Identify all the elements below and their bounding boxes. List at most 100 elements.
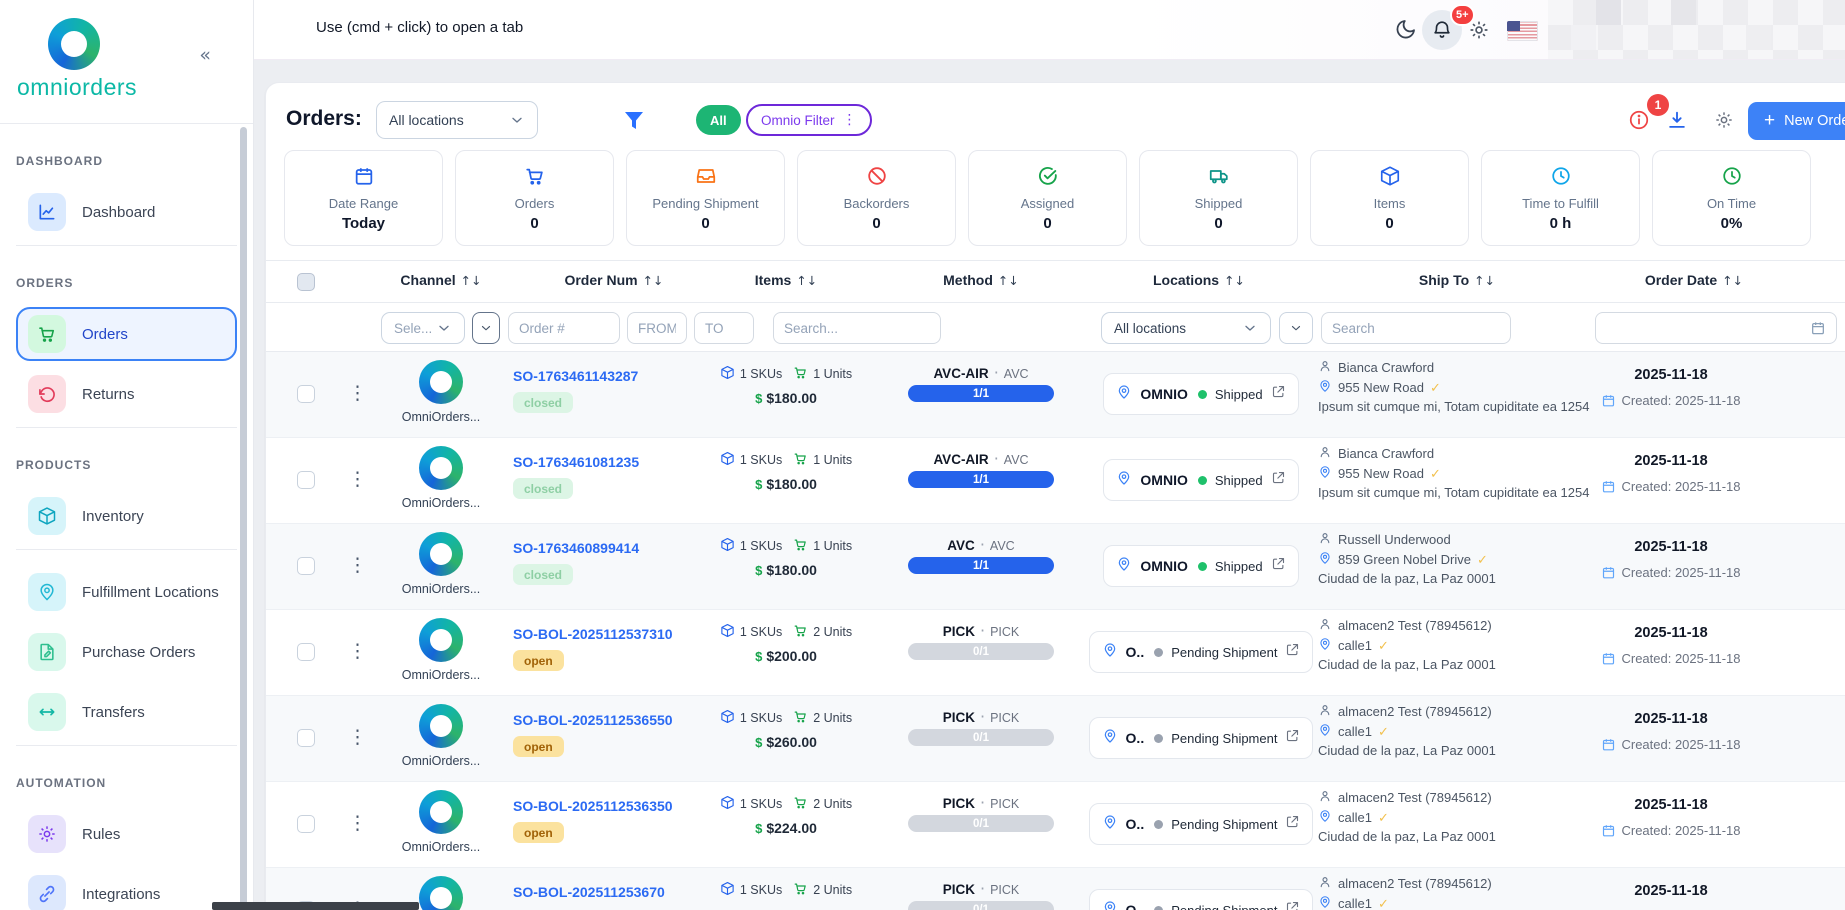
row-checkbox[interactable]: [297, 643, 315, 661]
location-pill[interactable]: O.. Pending Shipment: [1089, 803, 1314, 845]
external-link-icon[interactable]: [1285, 642, 1300, 662]
external-link-icon[interactable]: [1285, 728, 1300, 748]
table-row[interactable]: ⋮ OmniOrders... SO-1763461143287 closed …: [266, 352, 1845, 438]
location-pill[interactable]: OMNIO Shipped: [1103, 545, 1298, 587]
created-date: Created: 2025-11-18: [1621, 737, 1740, 752]
sidebar-item-fulfillment-locations[interactable]: Fulfillment Locations: [16, 565, 237, 619]
sidebar-item-integrations[interactable]: Integrations: [16, 867, 237, 910]
gear-icon: [28, 815, 66, 853]
order-link[interactable]: SO-1763461081235: [513, 454, 639, 470]
col-header-method[interactable]: Method↑↓: [943, 272, 1019, 288]
table-row[interactable]: ⋮ OmniOrders... SO-1763460899414 closed …: [266, 524, 1845, 610]
location-pill[interactable]: OMNIO Shipped: [1103, 373, 1298, 415]
order-link[interactable]: SO-BOL-2025112536550: [513, 712, 673, 728]
stat-card-orders[interactable]: Orders0: [455, 150, 614, 246]
location-pill-wrap: O.. Pending Shipment: [1099, 631, 1303, 673]
order-link[interactable]: SO-BOL-2025112536350: [513, 798, 673, 814]
stat-card-items[interactable]: Items0: [1310, 150, 1469, 246]
row-checkbox[interactable]: [297, 385, 315, 403]
col-header-order-num[interactable]: Order Num↑↓: [564, 272, 663, 288]
sidebar-item-returns[interactable]: Returns: [16, 367, 237, 421]
col-header-channel[interactable]: Channel↑↓: [400, 272, 481, 288]
row-checkbox[interactable]: [297, 815, 315, 833]
stat-card-assigned[interactable]: Assigned0: [968, 150, 1127, 246]
horizontal-scrollbar[interactable]: [212, 902, 419, 910]
external-link-icon[interactable]: [1285, 900, 1300, 910]
items-from-filter-input[interactable]: [627, 312, 687, 344]
row-menu-button[interactable]: ⋮: [348, 812, 367, 834]
language-flag-icon[interactable]: [1507, 21, 1538, 41]
row-menu-button[interactable]: ⋮: [348, 640, 367, 662]
method: AVC·AVC: [881, 535, 1081, 555]
stat-card-shipped[interactable]: Shipped0: [1139, 150, 1298, 246]
locations-select[interactable]: All locations: [376, 101, 538, 139]
all-filter-pill[interactable]: All: [696, 105, 741, 135]
locations-filter-expand-button[interactable]: [1279, 312, 1313, 344]
channel-name: OmniOrders...: [381, 840, 501, 854]
row-checkbox[interactable]: [297, 557, 315, 575]
sidebar-scrollbar[interactable]: [240, 127, 247, 910]
col-header-items[interactable]: Items↑↓: [755, 272, 818, 288]
location-pill[interactable]: OMNIO Shipped: [1103, 459, 1298, 501]
order-status-badge: open: [513, 822, 564, 843]
row-menu-button[interactable]: ⋮: [348, 726, 367, 748]
omnio-filter-pill[interactable]: Omnio Filter⋮: [746, 104, 872, 136]
order-link[interactable]: SO-BOL-2025112537310: [513, 626, 673, 642]
filter-funnel-icon[interactable]: [622, 108, 646, 137]
sidebar-item-purchase-orders[interactable]: Purchase Orders: [16, 625, 237, 679]
new-order-button[interactable]: +New Order: [1748, 102, 1845, 140]
verified-check-icon: ✓: [1378, 896, 1389, 910]
stat-card-backorders[interactable]: Backorders0: [797, 150, 956, 246]
sidebar-item-orders[interactable]: Orders: [16, 307, 237, 361]
row-checkbox[interactable]: [297, 471, 315, 489]
col-header-order-date[interactable]: Order Date↑↓: [1645, 272, 1743, 288]
order-date-filter-input[interactable]: [1595, 312, 1837, 344]
row-menu-button[interactable]: ⋮: [348, 554, 367, 576]
external-link-icon[interactable]: [1271, 470, 1286, 490]
external-link-icon[interactable]: [1285, 814, 1300, 834]
col-header-ship-to[interactable]: Ship To↑↓: [1419, 272, 1495, 288]
stat-card-date-range[interactable]: Date RangeToday: [284, 150, 443, 246]
stat-card-time-to-fulfill[interactable]: Time to Fulfill0 h: [1481, 150, 1640, 246]
sidebar-item-inventory[interactable]: Inventory: [16, 489, 237, 543]
location-status: Shipped: [1215, 387, 1263, 402]
channel-filter-expand-button[interactable]: [472, 312, 500, 344]
table-header-row: Channel↑↓ Order Num↑↓ Items↑↓ Method↑↓ Locat…: [266, 261, 1845, 303]
location-pill[interactable]: O.. Pending Shipment: [1089, 889, 1314, 910]
locations-filter-select[interactable]: All locations: [1101, 312, 1271, 344]
external-link-icon[interactable]: [1271, 556, 1286, 576]
stat-card-pending-shipment[interactable]: Pending Shipment0: [626, 150, 785, 246]
settings-gear-icon[interactable]: [1468, 19, 1490, 46]
sidebar-item-rules[interactable]: Rules: [16, 807, 237, 861]
dark-mode-icon[interactable]: [1394, 17, 1418, 46]
row-menu-button[interactable]: ⋮: [348, 382, 367, 404]
location-pill[interactable]: O.. Pending Shipment: [1089, 631, 1314, 673]
sidebar-item-dashboard[interactable]: Dashboard: [16, 185, 237, 239]
order-link[interactable]: SO-BOL-202511253670: [513, 884, 665, 900]
table-settings-gear-icon[interactable]: [1714, 110, 1734, 135]
ship-city: Ciudad de la paz, La Paz 0001: [1318, 657, 1496, 672]
table-row[interactable]: ⋮ OmniOrders... SO-BOL-2025112537310 ope…: [266, 610, 1845, 696]
channel-filter-select[interactable]: Sele...: [381, 312, 465, 344]
order-number-filter-input[interactable]: [508, 312, 620, 344]
stat-card-on-time[interactable]: On Time0%: [1652, 150, 1811, 246]
table-row[interactable]: ⋮ OmniOrders... SO-BOL-2025112536550 ope…: [266, 696, 1845, 782]
select-all-checkbox[interactable]: [297, 273, 315, 291]
location-pill[interactable]: O.. Pending Shipment: [1089, 717, 1314, 759]
info-icon[interactable]: [1628, 109, 1650, 136]
sidebar-item-transfers[interactable]: Transfers: [16, 685, 237, 739]
table-row[interactable]: ⋮ OmniOrders... SO-1763461081235 closed …: [266, 438, 1845, 524]
download-icon[interactable]: [1666, 109, 1688, 136]
sidebar-collapse-button[interactable]: «: [199, 44, 211, 66]
shipto-search-input[interactable]: [1321, 312, 1511, 344]
table-row[interactable]: ⋮ OmniOrders... SO-BOL-2025112536350 ope…: [266, 782, 1845, 868]
col-header-locations[interactable]: Locations↑↓: [1153, 272, 1245, 288]
order-link[interactable]: SO-1763460899414: [513, 540, 639, 556]
external-link-icon[interactable]: [1271, 384, 1286, 404]
method-search-input[interactable]: [773, 312, 941, 344]
items-to-filter-input[interactable]: [694, 312, 754, 344]
table-row[interactable]: ⋮ OmniOrders... SO-BOL-202511253670 1 SK…: [266, 868, 1845, 910]
order-link[interactable]: SO-1763461143287: [513, 368, 638, 384]
row-checkbox[interactable]: [297, 729, 315, 747]
row-menu-button[interactable]: ⋮: [348, 468, 367, 490]
